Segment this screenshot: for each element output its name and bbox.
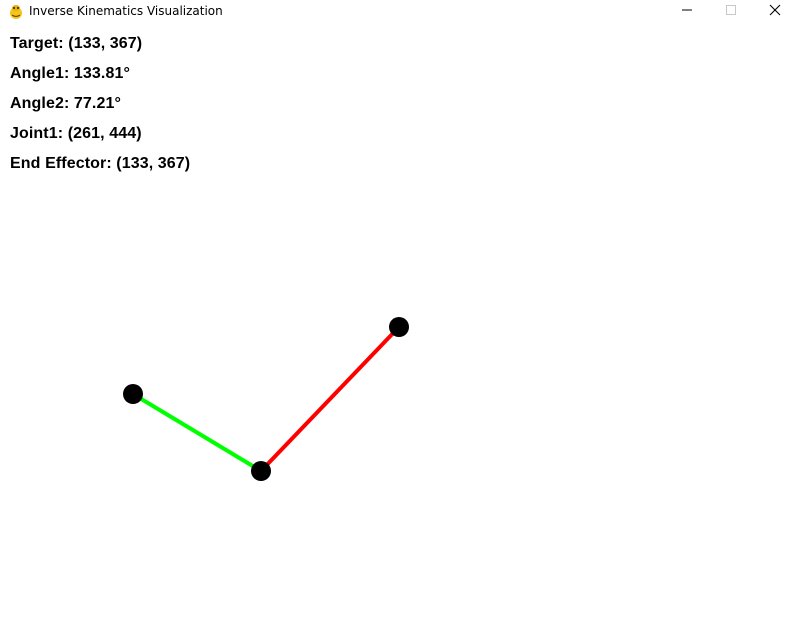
end-effector-joint	[123, 384, 143, 404]
arm-segment-1	[259, 325, 401, 473]
app-window: Inverse Kinematics Visualization Target:…	[0, 0, 794, 618]
elbow-joint	[251, 461, 271, 481]
base-joint	[389, 317, 409, 337]
ik-canvas[interactable]	[0, 0, 794, 618]
arm-segment-2	[131, 392, 263, 473]
